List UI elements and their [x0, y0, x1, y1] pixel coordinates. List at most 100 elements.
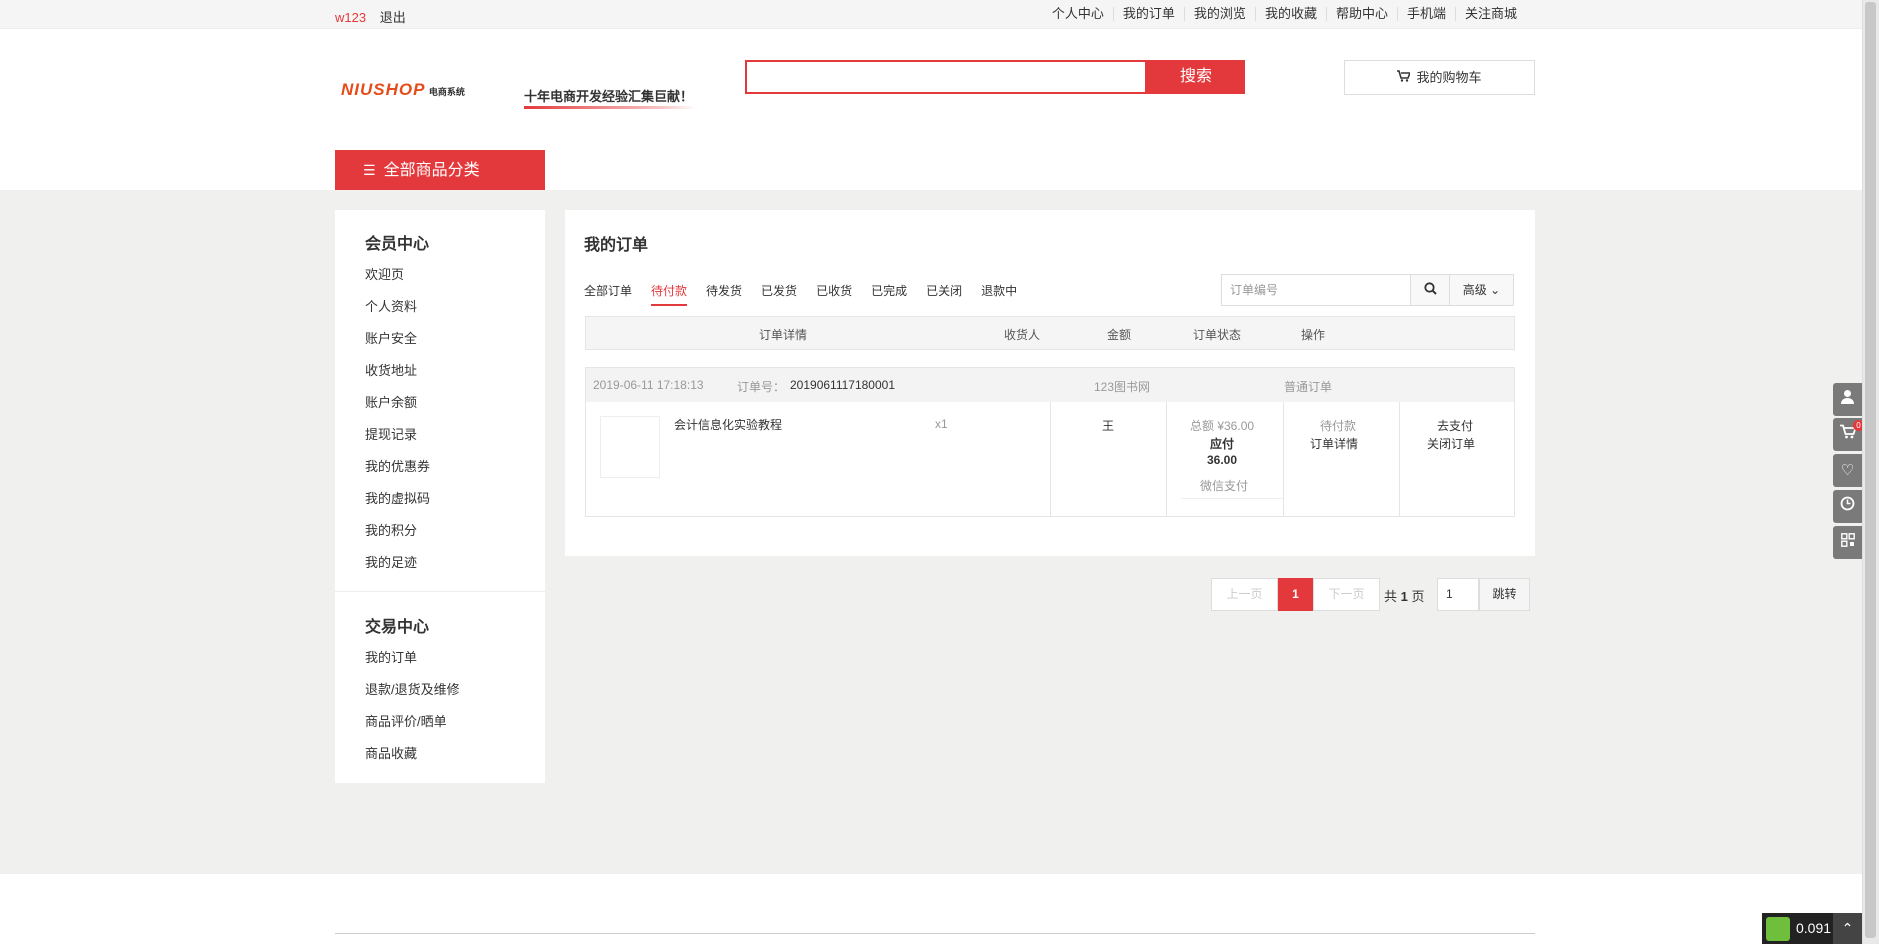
speed-widget-value: 0.091 [1796, 920, 1832, 936]
scrollbar-thumb[interactable] [1865, 2, 1876, 938]
tab-pending-payment[interactable]: 待付款 [651, 282, 688, 306]
jump-button[interactable]: 跳转 [1479, 578, 1530, 611]
rail-history-button[interactable] [1833, 490, 1862, 523]
order-time: 2019-06-11 17:18:13 [593, 378, 704, 392]
all-categories-button[interactable]: ☰ 全部商品分类 [335, 150, 545, 190]
total-suffix: 页 [1411, 589, 1425, 604]
order-number-input[interactable]: 订单编号 [1221, 274, 1414, 306]
tab-received[interactable]: 已收货 [816, 282, 852, 306]
order-tabs: 全部订单 待付款 待发货 已发货 已收货 已完成 已关闭 退款中 [584, 282, 1036, 306]
tab-pending-shipment[interactable]: 待发货 [706, 282, 742, 306]
slogan: 十年电商开发经验汇集巨献！ [524, 89, 694, 104]
link-my-favorites[interactable]: 我的收藏 [1254, 7, 1326, 21]
order-detail-link[interactable]: 订单详情 [1310, 435, 1358, 452]
cart-button[interactable]: 我的购物车 [1344, 60, 1535, 95]
order-status: 待付款 [1320, 419, 1357, 433]
cart-icon [1397, 61, 1412, 94]
sidebar-item-welcome[interactable]: 欢迎页 [365, 264, 404, 283]
link-my-history[interactable]: 我的浏览 [1183, 7, 1255, 21]
logo-main-text: NIUSHOP [341, 80, 426, 99]
product-thumbnail[interactable] [600, 416, 660, 478]
rail-user-button[interactable] [1833, 383, 1862, 416]
order-card: 2019-06-11 17:18:13 订单号： 201906111718000… [585, 367, 1515, 517]
footer-divider [335, 933, 1535, 934]
slogan-underline [524, 106, 696, 109]
order-search-button[interactable] [1410, 274, 1450, 306]
tab-refunding[interactable]: 退款中 [981, 282, 1017, 306]
sidebar-item-my-orders[interactable]: 我的订单 [365, 647, 417, 666]
total-pages: 共 1 页 [1384, 586, 1425, 605]
header-actions: 操作 [1301, 328, 1326, 342]
all-categories-label: 全部商品分类 [383, 162, 480, 179]
order-type: 普通订单 [1284, 380, 1333, 394]
sidebar-item-coupons[interactable]: 我的优惠券 [365, 456, 430, 475]
sidebar-item-virtual-codes[interactable]: 我的虚拟码 [365, 488, 430, 507]
tab-closed[interactable]: 已关闭 [926, 282, 962, 306]
leaf-icon [1766, 917, 1790, 941]
username-link[interactable]: w123 [335, 10, 366, 25]
sidebar-item-points[interactable]: 我的积分 [365, 520, 417, 539]
sidebar-item-balance[interactable]: 账户余额 [365, 392, 417, 411]
order-number: 2019061117180001 [790, 378, 895, 392]
sidebar-item-footprint[interactable]: 我的足迹 [365, 552, 417, 571]
amount-divider [1181, 498, 1284, 499]
link-follow-store[interactable]: 关注商城 [1454, 7, 1526, 21]
site-logo[interactable]: NIUSHOP 电商系统 [341, 80, 488, 104]
user-area: w123 退出 [335, 7, 406, 26]
next-page-button[interactable]: 下一页 [1313, 578, 1380, 611]
cart-label: 我的购物车 [1416, 70, 1482, 85]
rail-qrcode-button[interactable] [1833, 526, 1862, 559]
sidebar-item-security[interactable]: 账户安全 [365, 328, 417, 347]
product-name[interactable]: 会计信息化实验教程 [674, 416, 782, 433]
col-divider [1399, 402, 1400, 516]
sidebar-item-reviews[interactable]: 商品评价/晒单 [365, 711, 447, 730]
prev-page-button[interactable]: 上一页 [1211, 578, 1278, 611]
order-number-label: 订单号： [737, 380, 786, 394]
col-divider [1166, 402, 1167, 516]
total-prefix: 共 [1384, 589, 1398, 604]
order-total: 总额 ¥36.00 [1190, 419, 1255, 433]
link-personal-center[interactable]: 个人中心 [1043, 7, 1113, 21]
logout-link[interactable]: 退出 [380, 10, 406, 25]
page-title: 我的订单 [584, 237, 649, 254]
advanced-label: 高级 [1462, 283, 1487, 297]
sidebar-item-address[interactable]: 收货地址 [365, 360, 417, 379]
sidebar-item-refunds[interactable]: 退款/退货及维修 [365, 679, 460, 698]
member-center-title: 会员中心 [365, 236, 430, 253]
total-count: 1 [1400, 589, 1408, 604]
link-mobile[interactable]: 手机端 [1396, 7, 1455, 21]
tab-all-orders[interactable]: 全部订单 [584, 282, 632, 306]
sidebar-divider [335, 591, 545, 592]
trade-center-title: 交易中心 [365, 619, 430, 636]
user-icon [1840, 390, 1855, 408]
heart-icon: ♡ [1840, 462, 1855, 479]
sidebar-item-profile[interactable]: 个人资料 [365, 296, 417, 315]
advanced-search-button[interactable]: 高级 ⌄ [1449, 274, 1514, 306]
sidebar-item-withdraw[interactable]: 提现记录 [365, 424, 417, 443]
orders-table-header: 订单详情 收货人 金额 订单状态 操作 [585, 316, 1515, 350]
search-button[interactable]: 搜索 [1147, 60, 1245, 94]
member-sidebar: 会员中心 欢迎页 个人资料 账户安全 收货地址 账户余额 提现记录 我的优惠券 … [335, 210, 545, 783]
payable-amount: 36.00 [1207, 453, 1238, 467]
tab-completed[interactable]: 已完成 [871, 282, 907, 306]
link-help-center[interactable]: 帮助中心 [1325, 7, 1397, 21]
sidebar-item-product-favorites[interactable]: 商品收藏 [365, 743, 417, 762]
product-quantity: x1 [935, 417, 948, 431]
header-amount: 金额 [1107, 328, 1132, 342]
order-card-header: 2019-06-11 17:18:13 订单号： 201906111718000… [586, 368, 1514, 402]
close-order-link[interactable]: 关闭订单 [1427, 435, 1475, 452]
tab-shipped[interactable]: 已发货 [761, 282, 797, 306]
rail-favorites-button[interactable]: ♡ [1833, 454, 1862, 487]
pay-now-link[interactable]: 去支付 [1437, 417, 1473, 434]
payable-label: 应付 [1210, 437, 1235, 451]
page-1-button[interactable]: 1 [1278, 578, 1313, 611]
chevron-down-icon: ⌄ [1490, 283, 1501, 297]
back-to-top-button[interactable]: ⌃ [1833, 913, 1862, 944]
pay-method: 微信支付 [1200, 479, 1249, 493]
receiver-name: 王 [1102, 419, 1115, 433]
link-my-orders[interactable]: 我的订单 [1112, 7, 1184, 21]
jump-page-input[interactable]: 1 [1437, 578, 1479, 611]
search-input[interactable] [745, 60, 1147, 94]
clock-icon [1840, 496, 1855, 515]
shop-name[interactable]: 123图书网 [1094, 378, 1150, 395]
